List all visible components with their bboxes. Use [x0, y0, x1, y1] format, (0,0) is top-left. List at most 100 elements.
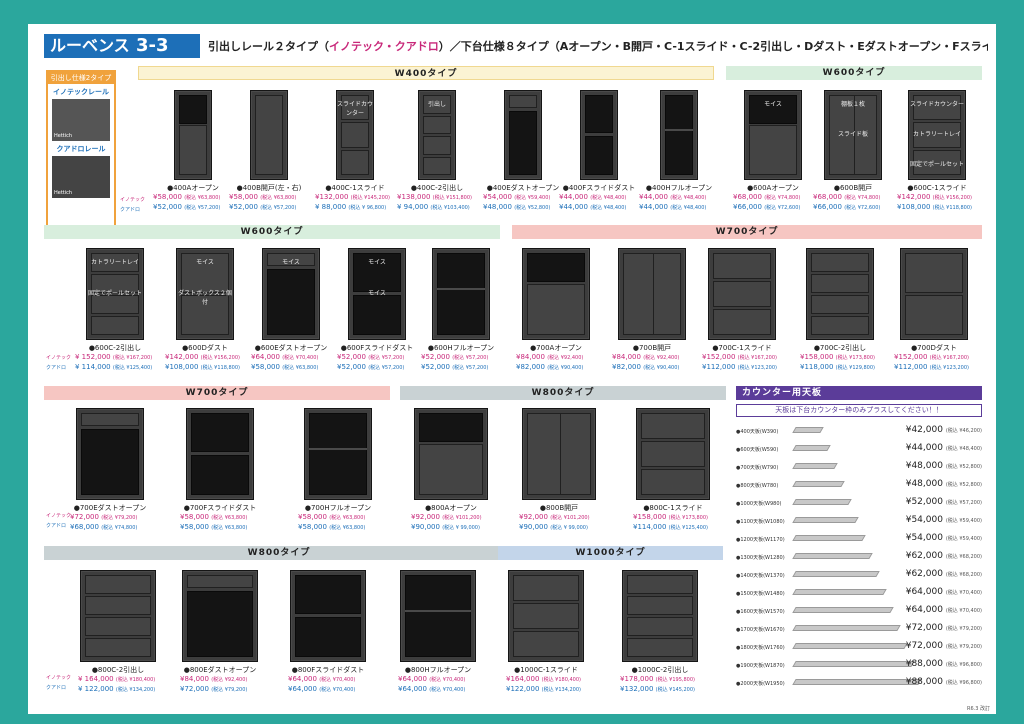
price-value: ¥84,000 [612, 353, 641, 361]
cabinet-illustration [660, 90, 698, 180]
innotech-price: ¥142,000 (税込 ¥156,200) [165, 353, 240, 361]
price-value: ¥52,000 [421, 353, 450, 361]
quadro-price: ¥108,000 (税込 ¥118,800) [897, 203, 972, 211]
quadro-price: ¥82,000 (税込 ¥90,400) [516, 363, 583, 371]
innotech-price: ¥52,000 (税込 ¥57,200) [337, 353, 404, 361]
price-value: ¥142,000 [165, 353, 199, 361]
counter-row: ●700天板(W790) ¥48,000 (税込 ¥52,800) [736, 459, 982, 477]
price-with-tax: (税込 ¥ 99,000) [442, 525, 480, 531]
price-with-tax: (税込 ¥167,200) [929, 355, 969, 361]
item-name: ●600B開戸 [833, 184, 873, 192]
cabinet-illustration [80, 570, 156, 662]
drawer-front [811, 274, 869, 293]
price-value: ¥52,000 [229, 203, 258, 211]
cabinet-inner-label: 棚板１枚 [840, 101, 865, 108]
price-with-tax: (税込 ¥68,200) [945, 554, 982, 560]
price-value: ¥58,000 [180, 523, 209, 531]
quadro-rail-photo: Hettich [52, 156, 110, 198]
price-with-tax: (税込 ¥96,800) [945, 680, 982, 686]
drawer-front [811, 316, 869, 335]
price-value: ¥ 122,000 [78, 685, 114, 693]
counter-price: ¥44,000 (税込 ¥48,400) [906, 443, 982, 453]
price-value: ¥64,000 [398, 675, 427, 683]
price-value: ¥ 164,000 [78, 675, 114, 683]
innotech-price: ¥132,000 (税込 ¥145,200) [315, 193, 390, 201]
cabinet-inner-label: スライドカウンター [909, 101, 964, 108]
item-name: ●400Hフルオープン [645, 184, 713, 192]
innotech-tag: イノテック [46, 513, 72, 519]
door-panel [623, 253, 681, 335]
hettich-logo: Hettich [54, 190, 73, 196]
innotech-price: ¥84,000 (税込 ¥92,400) [612, 353, 679, 361]
price-with-tax: (税込 ¥72,600) [764, 205, 801, 211]
price-with-tax: (税込 ¥125,400) [668, 525, 708, 531]
price-with-tax: (税込 ¥63,800) [329, 515, 366, 521]
quadro-price: ¥118,000 (税込 ¥129,800) [800, 363, 875, 371]
drawer-front [85, 638, 151, 657]
price-value: ¥84,000 [180, 675, 209, 683]
quadro-tag: クアドロ [120, 207, 141, 213]
drawer-front [423, 115, 451, 134]
price-with-tax: (税込 ¥63,800) [211, 515, 248, 521]
drawer-front [513, 575, 579, 601]
countertop-illustration [792, 607, 894, 613]
cabinet-illustration: モイス モイス [348, 248, 406, 340]
open-compartment [665, 95, 693, 175]
item-name: ●600C-1スライド [907, 184, 967, 192]
cabinet-inner-label: 固定でポールセット [909, 161, 964, 168]
counter-price: ¥52,000 (税込 ¥57,200) [906, 497, 982, 507]
page-revision: R6.3 改訂 [966, 706, 990, 712]
counter-price: ¥48,000 (税込 ¥52,800) [906, 479, 982, 489]
open-compartment [295, 575, 361, 614]
quadro-price: ¥112,000 (税込 ¥123,200) [702, 363, 777, 371]
price-value: ¥62,000 [905, 569, 943, 579]
cabinet-illustration [900, 248, 968, 340]
open-compartment [267, 269, 315, 335]
shelf-board [309, 447, 367, 450]
drawer-front [91, 295, 139, 314]
item-name: ●400C-1スライド [325, 184, 385, 192]
innotech-price: ¥92,000 (税込 ¥101,200) [519, 513, 590, 521]
section-header-w600: W600タイプ [726, 66, 982, 80]
title-part-a: 引出しレール２タイプ（ [208, 40, 329, 53]
item-name: ●800B開戸 [539, 504, 579, 512]
price-with-tax: (税込 ¥173,800) [668, 515, 708, 521]
drawer-front [905, 295, 963, 335]
innotech-price: ¥ 164,000 (税込 ¥180,400) [78, 675, 155, 683]
price-value: ¥48,000 [483, 203, 512, 211]
quadro-price: ¥112,000 (税込 ¥123,200) [894, 363, 969, 371]
price-with-tax: (税込 ¥63,800) [184, 195, 221, 201]
price-with-tax: (税込 ¥79,200) [945, 644, 982, 650]
cabinet-illustration: モイス [744, 90, 802, 180]
countertop-illustration [792, 661, 915, 667]
lower-door [527, 283, 585, 335]
innotech-price: ¥178,000 (税込 ¥195,800) [620, 675, 695, 683]
drawer-front [341, 122, 369, 148]
price-with-tax: (税込 ¥90,400) [547, 365, 584, 371]
price-value: ¥52,000 [421, 363, 450, 371]
price-with-tax: (税込 ¥134,200) [115, 687, 156, 693]
open-compartment [527, 253, 585, 283]
drawer-front [627, 638, 693, 657]
innotech-price: ¥58,000 (税込 ¥63,800) [229, 193, 296, 201]
item-name: ●1000C-2引出し [631, 666, 689, 674]
top-drawer [509, 95, 537, 108]
innotech-price: ¥152,000 (税込 ¥167,200) [702, 353, 777, 361]
price-with-tax: (税込 ¥57,200) [184, 205, 221, 211]
cabinet-inner-label: モイス [196, 259, 214, 266]
price-value: ¥ 114,000 [75, 363, 111, 371]
price-value: ¥72,000 [905, 641, 943, 651]
item-name: ●400C-2引出し [410, 184, 464, 192]
price-with-tax: (税込 ¥ 99,000) [550, 525, 588, 531]
counter-name: ●1300天板(W1280) [736, 555, 785, 561]
price-value: ¥64,000 [905, 605, 943, 615]
open-compartment [187, 591, 253, 657]
counter-row: ●400天板(W390) ¥42,000 (税込 ¥46,200) [736, 423, 982, 441]
countertop-illustration [792, 499, 852, 505]
price-value: ¥132,000 [620, 685, 654, 693]
price-with-tax: (税込 ¥96,800) [945, 662, 982, 668]
countertop-illustration [792, 463, 838, 469]
price-value: ¥88,000 [905, 659, 943, 669]
cabinet-inner-label: ダストボックス２個付 [178, 289, 232, 306]
countertop-illustration [792, 625, 901, 631]
